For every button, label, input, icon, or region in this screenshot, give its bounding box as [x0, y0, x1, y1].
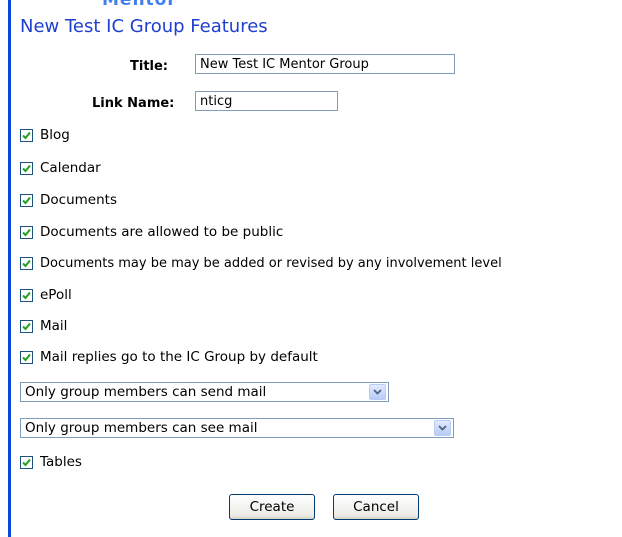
checkmark-icon [22, 291, 31, 299]
chevron-down-icon[interactable] [369, 384, 386, 400]
cancel-button[interactable]: Cancel [333, 494, 419, 520]
mail-label: Mail [40, 318, 68, 334]
tables-checkbox[interactable] [20, 455, 33, 469]
documents-checkbox[interactable] [20, 193, 33, 207]
epoll-label: ePoll [40, 287, 72, 303]
see-mail-select-value: Only group members can see mail [25, 420, 258, 436]
option-documents[interactable]: Documents [20, 191, 117, 209]
checkmark-icon [22, 131, 31, 139]
option-documents-public[interactable]: Documents are allowed to be public [20, 223, 283, 241]
option-mail-replies[interactable]: Mail replies go to the IC Group by defau… [20, 348, 318, 366]
option-calendar[interactable]: Calendar [20, 159, 101, 177]
checkmark-icon [22, 228, 31, 236]
documents-any-level-label: Documents may be may be added or revised… [40, 255, 502, 271]
checkmark-icon [22, 259, 31, 267]
calendar-label: Calendar [40, 160, 101, 176]
blog-checkbox[interactable] [20, 128, 33, 142]
checkmark-icon [22, 196, 31, 204]
checkmark-icon [22, 322, 31, 330]
mail-checkbox[interactable] [20, 319, 33, 333]
chevron-down-icon[interactable] [434, 420, 451, 436]
send-mail-select[interactable]: Only group members can send mail [20, 382, 389, 402]
checkmark-icon [22, 164, 31, 172]
checkmark-icon [22, 458, 31, 466]
documents-any-level-checkbox[interactable] [20, 256, 33, 270]
calendar-checkbox[interactable] [20, 161, 33, 175]
documents-public-label: Documents are allowed to be public [40, 224, 284, 240]
mail-replies-checkbox[interactable] [20, 350, 33, 364]
page-title: New Test IC Group Features [20, 16, 268, 37]
see-mail-select[interactable]: Only group members can see mail [20, 418, 454, 438]
title-input[interactable] [195, 54, 455, 74]
link-name-input[interactable] [195, 91, 338, 111]
cut-off-heading: Mentor [102, 0, 177, 10]
option-blog[interactable]: Blog [20, 126, 70, 144]
link-name-label: Link Name: [92, 96, 175, 111]
option-mail[interactable]: Mail [20, 317, 67, 335]
option-tables[interactable]: Tables [20, 453, 82, 471]
title-label: Title: [130, 59, 169, 74]
documents-label: Documents [40, 192, 117, 208]
create-button[interactable]: Create [229, 494, 315, 520]
tables-label: Tables [40, 454, 82, 470]
left-accent-bar [8, 0, 11, 537]
epoll-checkbox[interactable] [20, 288, 33, 302]
checkmark-icon [22, 353, 31, 361]
option-epoll[interactable]: ePoll [20, 286, 72, 304]
option-documents-any-level[interactable]: Documents may be may be added or revised… [20, 254, 502, 272]
blog-label: Blog [40, 127, 70, 143]
mail-replies-label: Mail replies go to the IC Group by defau… [40, 349, 318, 365]
documents-public-checkbox[interactable] [20, 225, 33, 239]
send-mail-select-value: Only group members can send mail [25, 384, 267, 400]
